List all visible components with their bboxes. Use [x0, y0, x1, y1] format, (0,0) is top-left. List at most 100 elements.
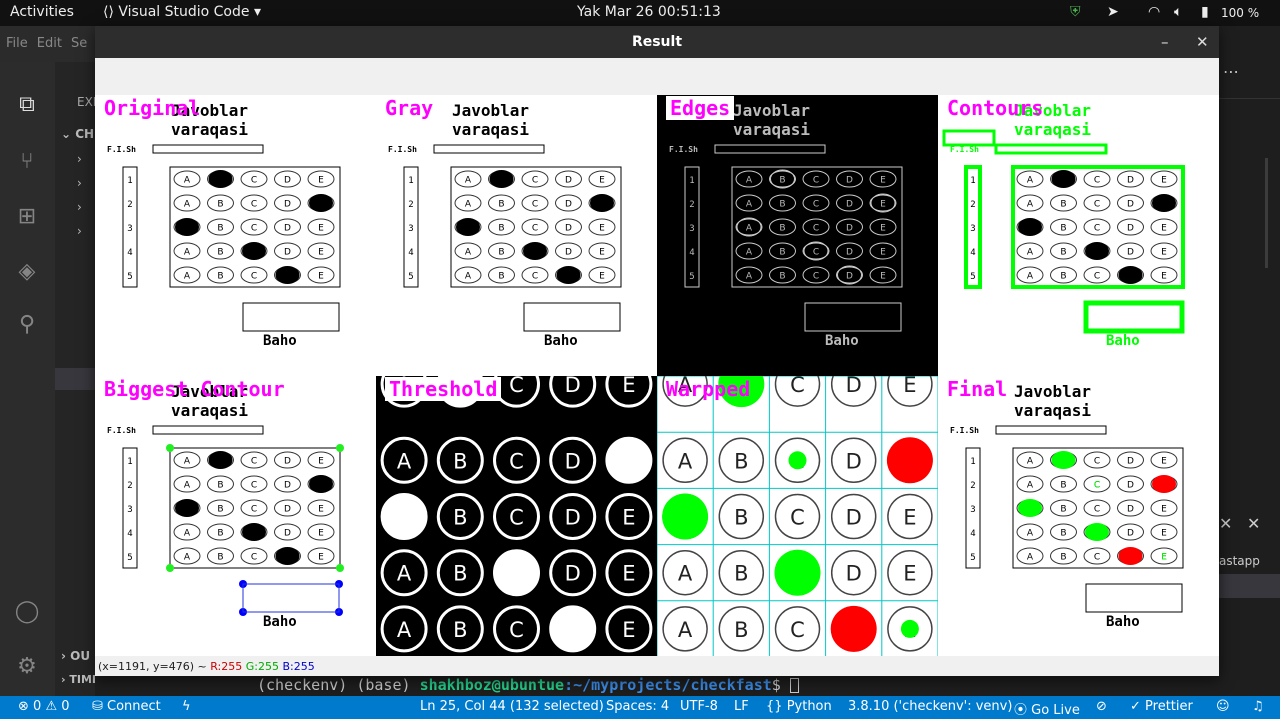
bubble-letter: C	[251, 200, 257, 210]
shield-icon[interactable]: ⛨	[1070, 4, 1081, 20]
chevron-right-icon[interactable]: ›	[77, 152, 82, 166]
bubble-letter: B	[217, 553, 223, 563]
python-interpreter[interactable]: 3.8.10 ('checkenv': venv)	[848, 699, 1012, 714]
app-menu[interactable]: ⟨⟩ Visual Studio Code ▾	[103, 4, 261, 20]
problems-indicator[interactable]: ⊗ 0 ⚠ 0	[18, 699, 70, 714]
minimize-button[interactable]: –	[1161, 26, 1169, 58]
chevron-right-icon[interactable]: ›	[77, 200, 82, 214]
row-number: 5	[127, 272, 132, 282]
score-box	[804, 302, 902, 332]
panel-label: Biggest Contour	[104, 377, 285, 401]
selected-file-row[interactable]	[55, 368, 95, 390]
source-control-icon[interactable]: ⑂	[12, 147, 42, 177]
bubble-letter: D	[1127, 176, 1134, 186]
bubble-letter: D	[284, 224, 291, 234]
bubble-letter: D	[284, 481, 291, 491]
cursor-position[interactable]: Ln 25, Col 44 (132 selected)	[420, 699, 604, 714]
bubble-letter: D	[1127, 481, 1134, 491]
answer-sheet-graphic: 1ABCDE2ABCDE3ABCDE4ABCDE5ABCDE	[122, 425, 344, 616]
bubble-letter: C	[1094, 553, 1100, 563]
feedback-icon[interactable]: ☺	[1216, 699, 1230, 714]
bubble-letter: E	[318, 553, 324, 563]
terminal-name[interactable]: astapp	[1219, 554, 1260, 568]
window-toolbar	[95, 58, 1219, 95]
bubble-letter: A	[678, 618, 693, 642]
score-label: Baho	[263, 333, 297, 349]
broadcast-icon[interactable]: ⊘	[1096, 699, 1107, 714]
outline-section[interactable]: › OU	[61, 649, 90, 663]
scrollbar[interactable]	[1265, 158, 1268, 268]
score-label: Baho	[1106, 333, 1140, 349]
check-icon: ✓	[1130, 699, 1146, 714]
indentation[interactable]: Spaces: 4	[606, 699, 669, 714]
terminal[interactable]: (checkenv) (base) shakhboz@ubuntue:~/myp…	[95, 676, 1280, 696]
clock[interactable]: Yak Mar 26 00:51:13	[577, 4, 721, 20]
wifi-icon[interactable]: ◠	[1148, 4, 1160, 20]
bubble-letter: E	[318, 248, 324, 258]
line-ending[interactable]: LF	[734, 699, 749, 714]
bubble-letter: B	[498, 272, 504, 282]
chevron-right-icon[interactable]: ›	[77, 176, 82, 190]
chevron-down-icon: ⌄	[61, 127, 76, 141]
filled-mark	[493, 549, 540, 596]
pixel-info: (x=1191, y=476) ~ R:255 G:255 B:255	[95, 656, 1219, 676]
bubble-letter: D	[284, 176, 291, 186]
name-box	[714, 144, 826, 154]
files-icon[interactable]: ⧉	[12, 90, 42, 120]
account-icon[interactable]: ◯	[12, 597, 42, 627]
settings-gear-icon[interactable]: ⚙	[12, 652, 42, 682]
correct-answer-dot	[788, 451, 807, 470]
row-number: 3	[408, 224, 413, 234]
close-icon[interactable]: ✕	[1219, 514, 1232, 533]
row-number: 3	[127, 505, 132, 515]
telegram-icon[interactable]: ➤	[1107, 4, 1119, 20]
terminal-tab-selected[interactable]	[1219, 574, 1280, 598]
connect-button[interactable]: ⛁ Connect	[92, 699, 161, 714]
battery-icon[interactable]: ▮	[1201, 4, 1209, 20]
bubble-letter: D	[846, 224, 853, 234]
bubble-letter: D	[846, 272, 853, 282]
image-panels[interactable]: JavoblarvaraqasiF.I.Sh1ABCDE2ABCDE3ABCDE…	[95, 95, 1219, 657]
bubble-letter: A	[1027, 272, 1034, 282]
language-mode[interactable]: {} Python	[766, 699, 832, 714]
bubble-letter: A	[184, 272, 191, 282]
bell-icon[interactable]: ♫	[1252, 699, 1264, 714]
bubble-letter: D	[284, 248, 291, 258]
menu-edit[interactable]: Edit	[37, 36, 62, 51]
docker-icon[interactable]: ◈	[12, 257, 42, 287]
menu-file[interactable]: File	[6, 36, 28, 51]
python-icon[interactable]: ⚲	[12, 310, 42, 340]
chevron-right-icon[interactable]: ›	[77, 224, 82, 238]
volume-icon[interactable]: 🔈︎	[1174, 4, 1182, 20]
folder-header[interactable]: ⌄ CH	[61, 127, 94, 141]
prettier-button[interactable]: ✓ Prettier	[1130, 699, 1193, 714]
bubble-letter: C	[813, 200, 819, 210]
score-label: Baho	[263, 614, 297, 630]
row-number: 5	[127, 553, 132, 563]
bubble-letter: C	[790, 618, 805, 642]
row-number: 1	[970, 457, 975, 467]
encoding[interactable]: UTF-8	[680, 699, 718, 714]
image-panel-original: JavoblarvaraqasiF.I.Sh1ABCDE2ABCDE3ABCDE…	[95, 95, 376, 376]
close-button[interactable]: ✕	[1196, 26, 1209, 58]
status-bar: ⊗ 0 ⚠ 0 ⛁ Connect ϟ Ln 25, Col 44 (132 s…	[0, 696, 1280, 719]
bubble-letter: B	[498, 248, 504, 258]
image-panel-edges: Javoblar varaqasi F.I.Sh 1 A B C D E 2 A B C D E 3 A B C D E…	[657, 95, 938, 376]
row-number: 4	[970, 248, 975, 258]
filled-mark	[605, 437, 652, 484]
activities-button[interactable]: Activities	[10, 4, 74, 20]
bubble-letter: E	[622, 562, 635, 586]
bubble-letter: C	[509, 376, 524, 397]
row-number: 5	[408, 272, 413, 282]
close-icon[interactable]: ✕	[1247, 514, 1260, 533]
lightning-icon[interactable]: ϟ	[182, 699, 191, 714]
more-actions-icon[interactable]: ⋯	[1223, 62, 1239, 81]
bubble-letter: E	[1161, 457, 1167, 467]
extensions-icon[interactable]: ⊞	[12, 202, 42, 232]
bubble-letter: C	[251, 505, 257, 515]
filled-mark	[275, 266, 300, 284]
bubble-letter: E	[318, 529, 324, 539]
row-number: 4	[127, 529, 132, 539]
go-live-button[interactable]: ⦿ Go Live	[1014, 699, 1080, 718]
menu-selection[interactable]: Se	[71, 36, 87, 51]
